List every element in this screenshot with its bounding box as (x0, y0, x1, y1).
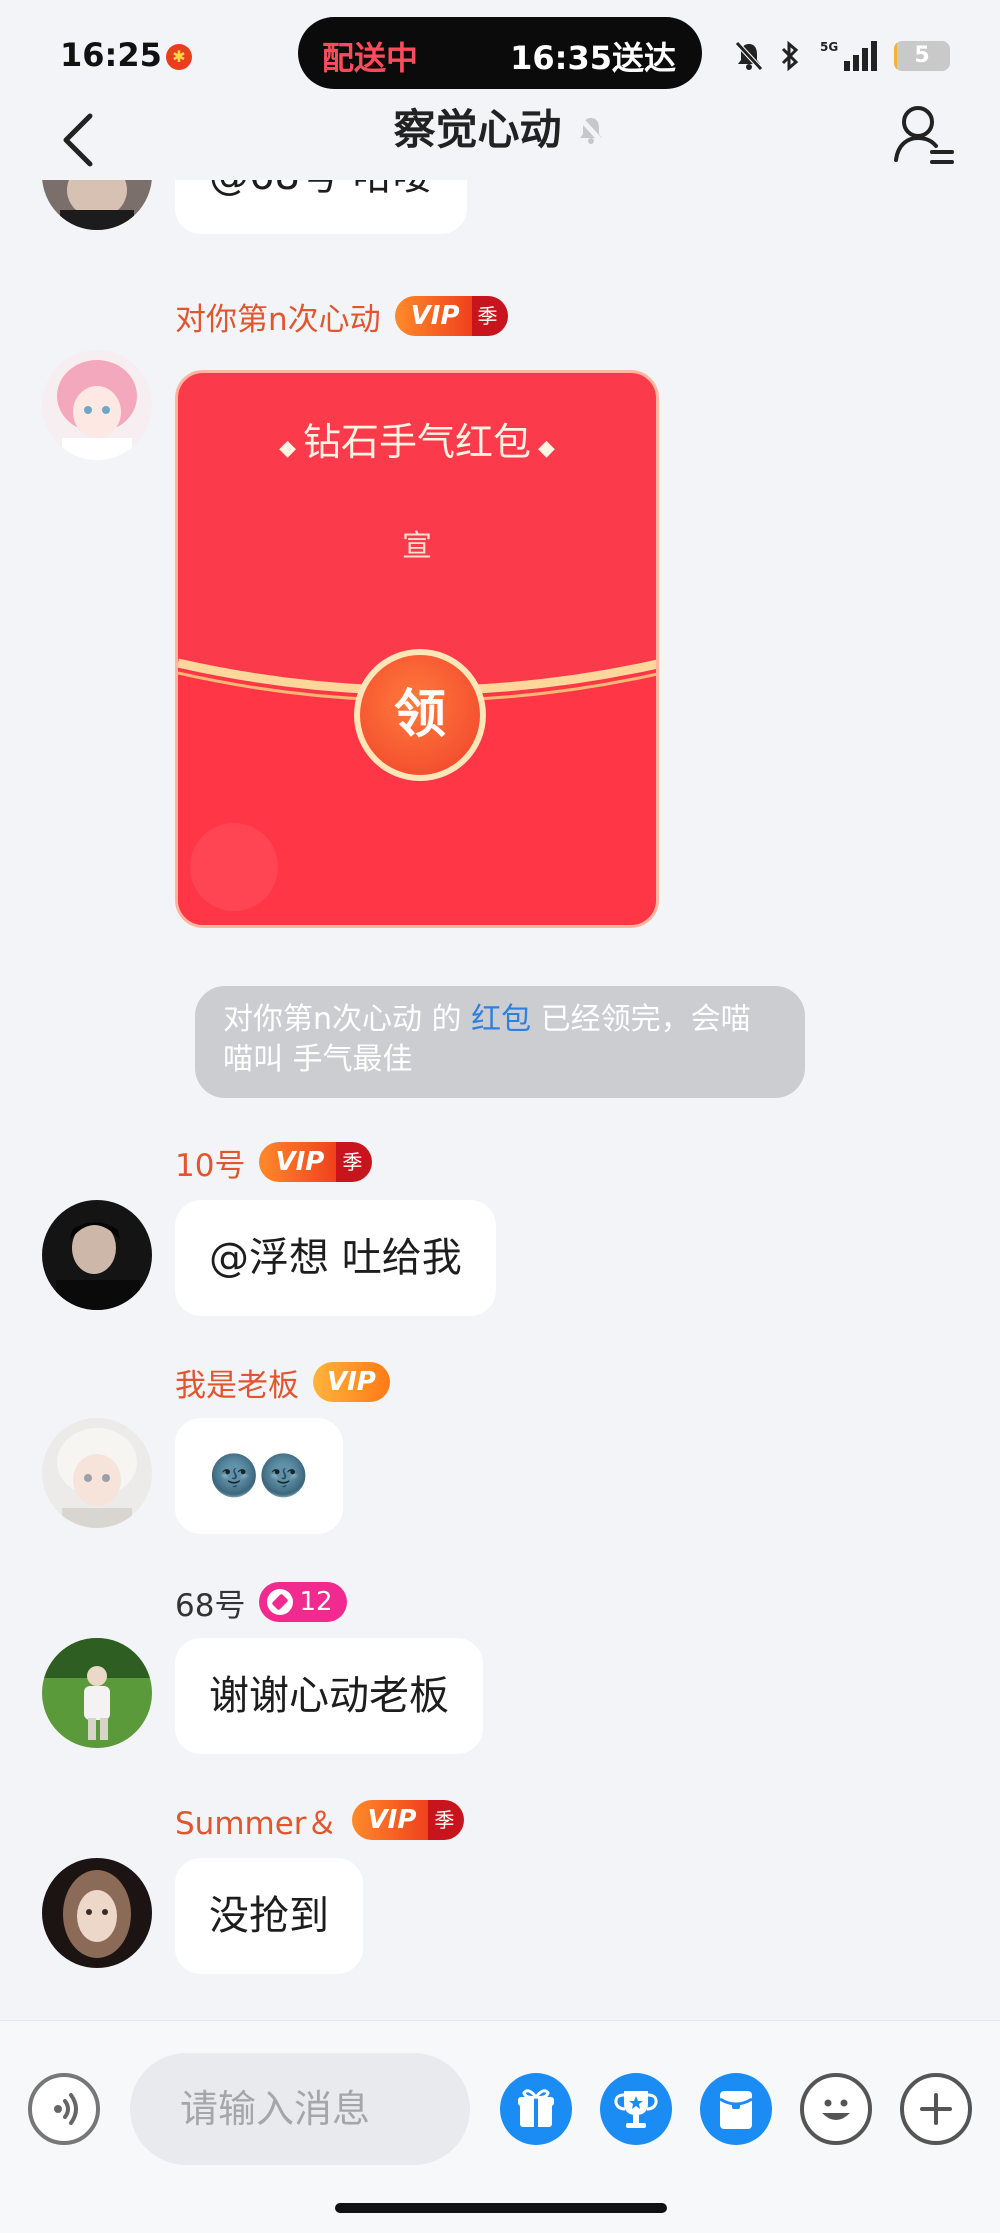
avatar[interactable] (42, 1858, 152, 1968)
chat-title[interactable]: 察觉心动 (393, 100, 561, 160)
battery-icon: 5 (894, 41, 950, 71)
message-input[interactable] (130, 2053, 470, 2165)
system-icons: 5G 5 (734, 38, 950, 74)
sender-line: 我是老板 VIP (175, 1360, 390, 1404)
vip-badge: VIP 季 (394, 296, 508, 336)
delivery-eta: 16:35送达 (510, 39, 676, 77)
gift-button[interactable] (500, 2073, 572, 2145)
sender-name[interactable]: 68号 (175, 1580, 245, 1625)
app-notification-icon: ✱ (166, 44, 192, 70)
status-bar: 16:25 ✱ 配送中 16:35送达 5G 5 (0, 0, 1000, 110)
avatar[interactable] (42, 1200, 152, 1310)
vip-badge: VIP 季 (351, 1800, 465, 1840)
sender-line: 10号 VIP 季 (175, 1140, 373, 1185)
input-toolbar (0, 2020, 1000, 2233)
sender-line: 对你第n次心动 VIP 季 (175, 294, 508, 338)
message-bubble[interactable]: @68号 哈喽 (175, 180, 467, 234)
avatar[interactable] (42, 1638, 152, 1748)
trophy-icon (614, 2091, 658, 2128)
group-member-icon[interactable] (892, 100, 956, 170)
chat-header: 察觉心动 (0, 100, 1000, 180)
vip-badge: VIP 季 (259, 1142, 373, 1182)
message-list[interactable]: @68号 哈喽 对你第n次心动 VIP 季 ◆ 钻石手气红包 ◆ 宣 领 (0, 180, 1000, 2020)
emoji-icon (822, 2099, 850, 2120)
red-packet-decoration (190, 823, 278, 911)
status-time: 16:25 (60, 36, 162, 74)
voice-icon (54, 2093, 78, 2125)
bluetooth-icon (781, 40, 799, 72)
sender-name[interactable]: 对你第n次心动 (175, 294, 381, 339)
avatar[interactable] (42, 1418, 152, 1528)
sender-name[interactable]: 10号 (175, 1140, 245, 1185)
signal-5g-icon: 5G (820, 40, 877, 71)
svg-text:5G: 5G (820, 40, 838, 54)
trophy-button[interactable] (600, 2073, 672, 2145)
sender-name[interactable]: 我是老板 (175, 1360, 299, 1405)
vip-badge: VIP (313, 1362, 390, 1402)
red-packet-title: ◆ 钻石手气红包 ◆ (279, 420, 555, 464)
emoji-button[interactable] (800, 2073, 872, 2145)
red-packet-button[interactable] (700, 2073, 772, 2145)
level-badge: 12 (259, 1582, 347, 1622)
red-packet-link[interactable]: 红包 (471, 1002, 531, 1037)
message-bubble[interactable]: @浮想 吐给我 (175, 1200, 496, 1316)
sender-name[interactable]: Summer＆ (175, 1798, 338, 1843)
mute-bell-icon (577, 116, 604, 144)
system-notice: 对你第n次心动 的 红包 已经领完，会喵喵叫 手气最佳 (195, 986, 805, 1098)
message-bubble[interactable]: 🌚🌚 (175, 1418, 343, 1534)
more-button[interactable] (900, 2073, 972, 2145)
red-packet-subtitle: 宣 (402, 529, 432, 564)
avatar[interactable] (42, 180, 152, 230)
delivery-live-activity[interactable]: 配送中 16:35送达 (298, 17, 702, 89)
message-bubble[interactable]: 没抢到 (175, 1858, 363, 1974)
message-bubble[interactable]: 谢谢心动老板 (175, 1638, 483, 1754)
gift-icon (518, 2089, 554, 2127)
diamond-icon (267, 1589, 294, 1615)
voice-button[interactable] (28, 2073, 100, 2145)
sender-line: 68号 12 (175, 1580, 347, 1624)
open-red-packet-button[interactable]: 领 (354, 649, 486, 781)
home-indicator[interactable] (335, 2203, 667, 2213)
sender-line: Summer＆ VIP 季 (175, 1798, 465, 1843)
red-packet-card[interactable]: ◆ 钻石手气红包 ◆ 宣 领 (175, 370, 659, 928)
mute-icon (735, 41, 763, 71)
avatar[interactable] (42, 350, 152, 460)
delivery-status: 配送中 (322, 39, 419, 77)
plus-icon (920, 2093, 952, 2125)
red-packet-icon (719, 2091, 753, 2129)
battery-level: 5 (914, 43, 930, 68)
